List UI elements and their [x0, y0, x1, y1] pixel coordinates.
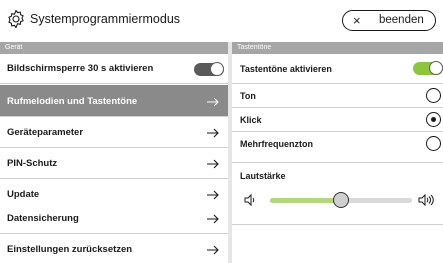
- screen-lock-toggle[interactable]: [194, 62, 224, 76]
- chevron-right-icon: [207, 97, 219, 107]
- gear-icon: [8, 9, 24, 29]
- radio-dtmf[interactable]: [426, 136, 441, 151]
- sidebar-item-ringtones[interactable]: Rufmelodien und Tastentöne: [0, 85, 228, 117]
- radio-klick[interactable]: [426, 112, 441, 127]
- tone-option-dtmf[interactable]: Mehrfrequenzton: [232, 132, 443, 163]
- tone-option-klick[interactable]: Klick: [232, 108, 443, 132]
- sidebar-item-label: Einstellungen zurücksetzen: [7, 244, 133, 255]
- section-header-device: Gerät: [0, 42, 228, 54]
- sidebar-item-label: PIN-Schutz: [7, 158, 58, 169]
- radio-ton[interactable]: [426, 88, 441, 103]
- section-header-keytones: Tastentöne: [232, 42, 443, 54]
- tone-option-label: Ton: [240, 91, 256, 101]
- tone-option-label: Klick: [240, 115, 262, 125]
- sidebar-item-label: Rufmelodien und Tastentöne: [7, 96, 138, 107]
- chevron-right-icon: [207, 190, 219, 200]
- screen-lock-label: Bildschirmsperre 30 s aktivieren: [7, 63, 154, 74]
- chevron-right-icon: [207, 159, 219, 169]
- volume-slider[interactable]: [270, 192, 412, 208]
- keytones-enable-label: Tastentöne aktivieren: [240, 64, 332, 74]
- chevron-right-icon: [207, 245, 219, 255]
- sidebar-item-reset[interactable]: Einstellungen zurücksetzen: [0, 235, 228, 263]
- volume-label: Lautstärke: [240, 171, 286, 181]
- volume-slider-fill: [270, 198, 341, 203]
- volume-slider-thumb[interactable]: [333, 192, 349, 208]
- speaker-high-icon: [418, 193, 434, 207]
- tone-option-label: Mehrfrequenzton: [240, 139, 313, 149]
- toggle-knob: [210, 62, 224, 76]
- sidebar-item-backup[interactable]: Datensicherung: [0, 204, 228, 234]
- close-icon: ×: [353, 13, 361, 28]
- sidebar-item-device-parameters[interactable]: Geräteparameter: [0, 118, 228, 148]
- screen-lock-row[interactable]: Bildschirmsperre 30 s aktivieren: [0, 54, 228, 84]
- volume-row: Lautstärke: [232, 163, 443, 225]
- chevron-right-icon: [207, 214, 219, 224]
- toggle-knob: [429, 61, 443, 75]
- speaker-low-icon: [244, 193, 255, 207]
- top-bar: Systemprogrammiermodus × beenden: [0, 0, 443, 42]
- tone-option-ton[interactable]: Ton: [232, 84, 443, 108]
- page-title: Systemprogrammiermodus: [30, 12, 181, 26]
- sidebar-item-label: Geräteparameter: [7, 127, 84, 138]
- keytones-enable-row[interactable]: Tastentöne aktivieren: [232, 54, 443, 84]
- sidebar-item-label: Update: [7, 189, 40, 200]
- sidebar-item-pin[interactable]: PIN-Schutz: [0, 149, 228, 179]
- chevron-right-icon: [207, 128, 219, 138]
- exit-button-label: beenden: [379, 14, 424, 26]
- exit-button[interactable]: × beenden: [342, 10, 436, 31]
- radio-selected-dot: [431, 117, 436, 122]
- keytones-toggle[interactable]: [413, 61, 443, 75]
- sidebar-item-label: Datensicherung: [7, 213, 79, 224]
